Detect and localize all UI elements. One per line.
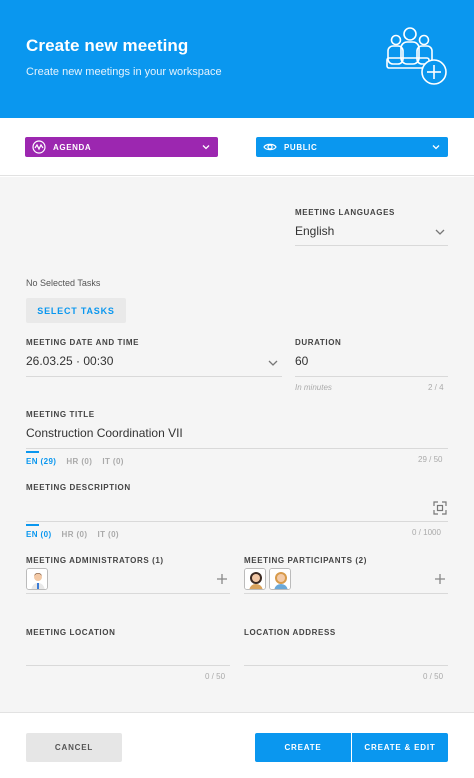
datetime-underline: [26, 376, 282, 377]
meeting-type-label: AGENDA: [53, 142, 92, 152]
languages-underline: [295, 245, 448, 246]
duration-hint: In minutes: [295, 383, 332, 392]
form-content: MEETING LANGUAGES English No Selected Ta…: [0, 177, 474, 712]
tab-description-hr[interactable]: HR (0): [62, 527, 88, 539]
header: Create new meeting Create new meetings i…: [0, 0, 474, 118]
administrators-label: MEETING ADMINISTRATORS (1): [26, 556, 164, 565]
languages-label: MEETING LANGUAGES: [295, 208, 395, 217]
meeting-title-label: MEETING TITLE: [26, 410, 95, 419]
chevron-down-icon: [268, 360, 278, 366]
description-input[interactable]: [26, 495, 426, 521]
location-input[interactable]: [26, 640, 230, 664]
avatar[interactable]: [26, 568, 48, 590]
add-participant-icon[interactable]: [434, 573, 446, 585]
tasks-status: No Selected Tasks: [26, 278, 101, 288]
location-counter: 0 / 50: [205, 672, 226, 681]
duration-input[interactable]: 60: [295, 354, 308, 368]
visibility-select[interactable]: PUBLIC: [256, 137, 448, 157]
cancel-button[interactable]: CANCEL: [26, 733, 122, 762]
person-avatar-icon: [270, 569, 290, 589]
expand-icon[interactable]: [433, 501, 447, 515]
tab-description-en[interactable]: EN (0): [26, 524, 52, 539]
chevron-down-icon: [435, 229, 445, 235]
description-underline: [26, 521, 448, 522]
address-underline: [244, 665, 448, 666]
description-label: MEETING DESCRIPTION: [26, 483, 131, 492]
eye-icon: [263, 143, 277, 151]
page-subtitle: Create new meetings in your workspace: [26, 66, 222, 78]
datetime-label: MEETING DATE AND TIME: [26, 338, 140, 347]
participants-label: MEETING PARTICIPANTS (2): [244, 556, 367, 565]
address-counter: 0 / 50: [423, 672, 444, 681]
tab-title-hr[interactable]: HR (0): [66, 454, 92, 466]
page-title: Create new meeting: [26, 36, 189, 55]
tab-title-it[interactable]: IT (0): [102, 454, 124, 466]
meeting-title-counter: 29 / 50: [418, 455, 443, 464]
create-button[interactable]: CREATE: [255, 733, 351, 762]
location-underline: [26, 665, 230, 666]
avatar[interactable]: [244, 568, 266, 590]
duration-underline: [295, 376, 448, 377]
select-bar: AGENDA PUBLIC: [0, 118, 474, 176]
chevron-down-icon: [202, 145, 210, 150]
meeting-title-language-tabs: EN (29) HR (0) IT (0): [26, 451, 124, 466]
add-administrator-icon[interactable]: [216, 573, 228, 585]
select-tasks-button[interactable]: SELECT TASKS: [26, 298, 126, 323]
duration-counter: 2 / 4: [428, 383, 444, 392]
duration-label: DURATION: [295, 338, 342, 347]
meeting-type-select[interactable]: AGENDA: [25, 137, 218, 157]
administrators-underline: [26, 593, 230, 594]
visibility-label: PUBLIC: [284, 142, 318, 152]
avatar[interactable]: [269, 568, 291, 590]
person-avatar-icon: [245, 569, 265, 589]
tab-description-it[interactable]: IT (0): [97, 527, 119, 539]
address-input[interactable]: [244, 640, 448, 664]
description-language-tabs: EN (0) HR (0) IT (0): [26, 524, 119, 539]
agenda-icon: [32, 140, 46, 154]
address-label: LOCATION ADDRESS: [244, 628, 336, 637]
description-counter: 0 / 1000: [412, 528, 441, 537]
create-and-edit-button[interactable]: CREATE & EDIT: [352, 733, 448, 762]
footer: CANCEL CREATE CREATE & EDIT: [0, 712, 474, 778]
chevron-down-icon: [432, 145, 440, 150]
tab-title-en[interactable]: EN (29): [26, 451, 56, 466]
languages-select[interactable]: English: [295, 224, 334, 238]
datetime-input[interactable]: 26.03.25 · 00:30: [26, 354, 113, 368]
location-label: MEETING LOCATION: [26, 628, 116, 637]
participants-underline: [244, 593, 448, 594]
add-people-icon: [386, 27, 447, 85]
meeting-title-input[interactable]: Construction Coordination VII: [26, 426, 183, 440]
person-avatar-icon: [27, 569, 47, 589]
meeting-title-underline: [26, 448, 448, 449]
